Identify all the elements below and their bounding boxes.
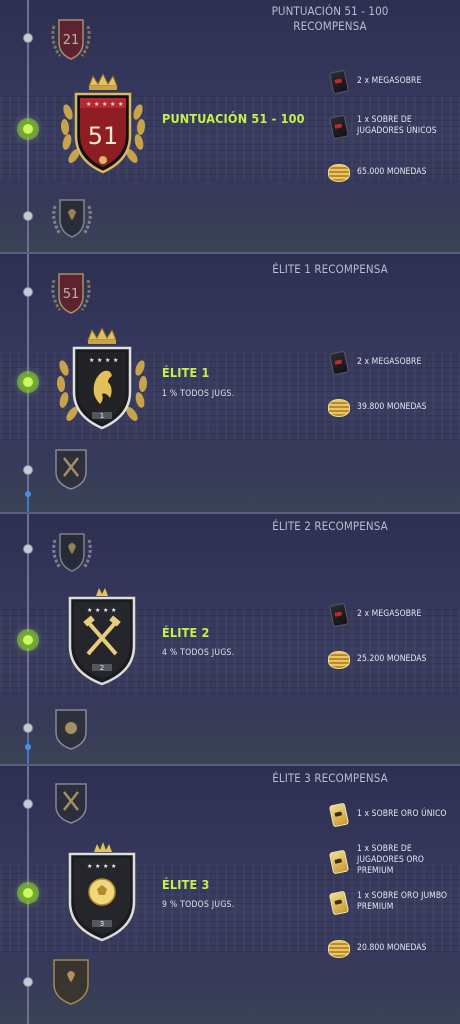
reward-text: 2 x MEGASOBRE: [357, 356, 422, 367]
reward-text: 1 x SOBRE DE JUGADORES ORO PREMIUM: [357, 844, 424, 876]
badge-number: 51: [63, 287, 80, 302]
timeline-node-current[interactable]: [20, 632, 36, 648]
reward-title-line: ÉLITE 3 RECOMPENSA: [272, 771, 388, 785]
rank-badge-elite-next-small[interactable]: [50, 956, 92, 1006]
badge-number: 51: [88, 122, 119, 150]
svg-text:★: ★: [95, 607, 100, 614]
svg-text:★: ★: [118, 101, 123, 108]
rank-label: PUNTUACIÓN 51 - 100: [162, 111, 305, 126]
svg-text:★: ★: [105, 357, 110, 364]
rank-badge-elite-2-small[interactable]: [52, 780, 90, 826]
reward-text: 1 x SOBRE DE JUGADORES ÚNICOS: [357, 115, 437, 136]
reward-item[interactable]: 20.800 MONEDAS: [327, 935, 457, 961]
gold-pack-icon: [327, 801, 350, 828]
svg-text:★: ★: [103, 607, 108, 614]
coins-icon: [327, 394, 350, 420]
rank-badge-elite-1[interactable]: ★ ★ ★ ★ 1: [54, 326, 150, 436]
reward-item[interactable]: 2 x MEGASOBRE: [327, 349, 457, 376]
timeline-node-current[interactable]: [20, 885, 36, 901]
rank-badge-51[interactable]: ★ ★ ★ ★ ★ 51: [58, 72, 148, 180]
reward-item[interactable]: 1 x SOBRE ORO ÚNICO: [327, 801, 457, 828]
timeline-node[interactable]: [23, 33, 33, 43]
rare-players-pack-icon: [327, 113, 350, 140]
reward-item[interactable]: 2 x MEGASOBRE: [327, 601, 457, 628]
mega-pack-icon: [327, 349, 350, 376]
svg-text:★: ★: [94, 101, 99, 108]
reward-text: 39.800 MONEDAS: [357, 401, 427, 412]
reward-item[interactable]: 65.000 MONEDAS: [327, 159, 457, 185]
rank-label: ÉLITE 2: [162, 625, 210, 640]
reward-item[interactable]: 2 x MEGASOBRE: [327, 68, 457, 95]
rank-badge-elite-1-small[interactable]: [50, 194, 94, 240]
rank-percentile: 9 % TODOS JUGS.: [162, 900, 235, 910]
timeline-node[interactable]: [23, 287, 33, 297]
timeline-node[interactable]: [23, 465, 33, 475]
reward-item[interactable]: 1 x SOBRE DE JUGADORES ORO PREMIUM: [327, 844, 457, 877]
timeline-node[interactable]: [23, 977, 33, 987]
svg-text:★: ★: [87, 607, 92, 614]
gold-pack-icon: [327, 889, 350, 916]
reward-text: 25.200 MONEDAS: [357, 653, 427, 664]
reward-text: 2 x MEGASOBRE: [357, 608, 422, 619]
rank-badge-elite-3[interactable]: ★ ★ ★ ★ 3: [64, 840, 140, 944]
svg-text:★: ★: [86, 101, 91, 108]
badge-number: 2: [100, 664, 104, 672]
reward-title-line: PUNTUACIÓN 51 - 100: [271, 4, 389, 18]
svg-text:★: ★: [97, 357, 102, 364]
svg-text:★: ★: [113, 357, 118, 364]
svg-text:★: ★: [110, 101, 115, 108]
reward-title: ÉLITE 1 RECOMPENSA: [230, 262, 430, 277]
rank-badge-elite-3-small[interactable]: [52, 706, 90, 752]
svg-text:★: ★: [87, 863, 92, 870]
timeline-node-current[interactable]: [20, 121, 36, 137]
reward-title-line: ÉLITE 1 RECOMPENSA: [272, 262, 388, 276]
rank-percentile: 4 % TODOS JUGS.: [162, 648, 235, 658]
rank-badge-elite-1-small[interactable]: [50, 528, 94, 574]
reward-text: 1 x SOBRE ORO JUMBO PREMIUM: [357, 891, 448, 912]
rank-badge-21-small[interactable]: 21: [48, 12, 94, 62]
reward-title: ÉLITE 2 RECOMPENSA: [230, 519, 430, 534]
rank-percentile: 1 % TODOS JUGS.: [162, 389, 235, 399]
coins-icon: [327, 646, 350, 672]
mega-pack-icon: [327, 601, 350, 628]
reward-text: 2 x MEGASOBRE: [357, 75, 422, 86]
svg-text:★: ★: [103, 863, 108, 870]
rank-badge-51-small[interactable]: 51: [48, 266, 94, 316]
reward-text: 1 x SOBRE ORO ÚNICO: [357, 808, 447, 819]
rank-label: ÉLITE 3: [162, 877, 210, 892]
timeline-node[interactable]: [23, 544, 33, 554]
svg-text:★: ★: [111, 863, 116, 870]
svg-text:★: ★: [111, 607, 116, 614]
reward-item[interactable]: 1 x SOBRE ORO JUMBO PREMIUM: [327, 889, 457, 916]
rank-label: ÉLITE 1: [162, 365, 210, 380]
rank-badge-elite-2-small[interactable]: [52, 446, 90, 492]
timeline-progress-dot: [25, 744, 31, 750]
svg-text:★: ★: [89, 357, 94, 364]
reward-text: 65.000 MONEDAS: [357, 166, 427, 177]
reward-title-line: RECOMPENSA: [293, 19, 367, 33]
timeline-progress-dot: [25, 491, 31, 497]
svg-text:★: ★: [102, 101, 107, 108]
reward-item[interactable]: 25.200 MONEDAS: [327, 646, 457, 672]
timeline-node-current[interactable]: [20, 374, 36, 390]
badge-number: 21: [63, 33, 80, 48]
badge-number: 1: [100, 412, 104, 420]
timeline-node[interactable]: [23, 799, 33, 809]
svg-text:★: ★: [95, 863, 100, 870]
badge-number: 3: [100, 920, 104, 928]
rank-badge-elite-2[interactable]: ★ ★ ★ ★ 2: [64, 584, 140, 688]
timeline-node[interactable]: [23, 723, 33, 733]
reward-title-line: ÉLITE 2 RECOMPENSA: [272, 519, 388, 533]
coins-icon: [327, 159, 350, 185]
mega-pack-icon: [327, 68, 350, 95]
reward-item[interactable]: 39.800 MONEDAS: [327, 394, 457, 420]
timeline-node[interactable]: [23, 211, 33, 221]
gold-pack-icon: [327, 848, 350, 874]
reward-text: 20.800 MONEDAS: [357, 942, 427, 953]
timeline-line-progress: [27, 738, 29, 764]
reward-item[interactable]: 1 x SOBRE DE JUGADORES ÚNICOS: [327, 113, 457, 140]
reward-title: ÉLITE 3 RECOMPENSA: [230, 771, 430, 786]
reward-title: PUNTUACIÓN 51 - 100 RECOMPENSA: [230, 4, 430, 34]
coins-icon: [327, 935, 350, 961]
